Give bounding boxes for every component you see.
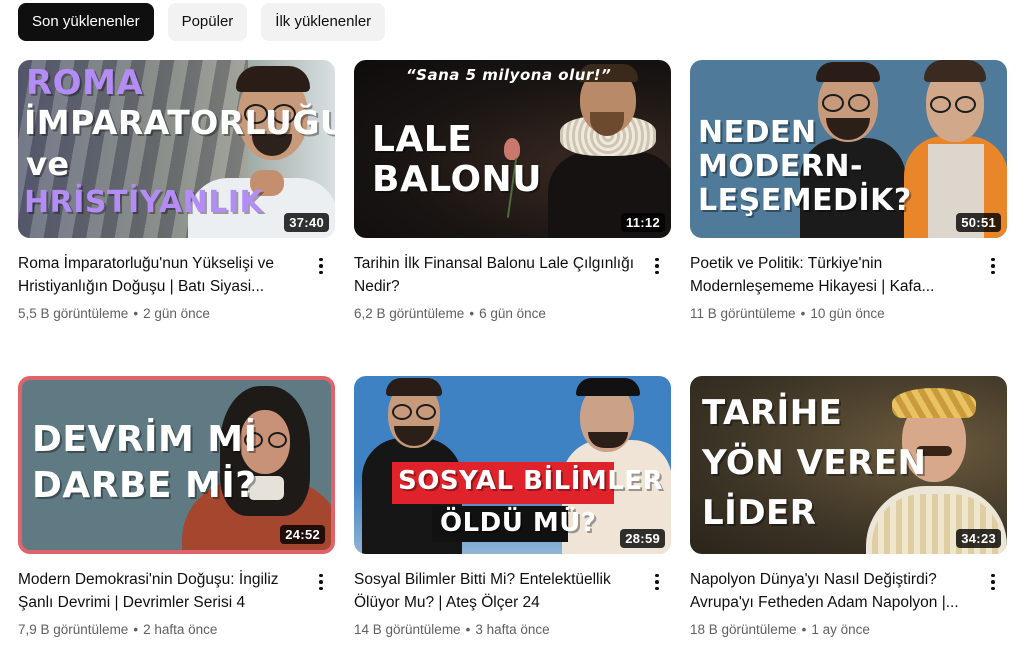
laurel-wreath bbox=[892, 388, 976, 418]
upload-age: 10 gün önce bbox=[810, 306, 885, 321]
view-count: 18 B görüntüleme bbox=[690, 622, 797, 637]
video-title[interactable]: Roma İmparatorluğu'nun Yükselişi ve Hris… bbox=[18, 252, 299, 298]
upload-age: 3 hafta önce bbox=[475, 622, 550, 637]
video-card: SOSYAL BİLİMLER ÖLDÜ MÜ? 28:59 Sosyal Bi… bbox=[354, 376, 671, 637]
thumbnail-text: LEŞEMEDİK? bbox=[698, 183, 912, 218]
view-count: 14 B görüntüleme bbox=[354, 622, 461, 637]
thumbnail-text: DARBE Mİ? bbox=[32, 465, 257, 506]
chip-popular[interactable]: Popüler bbox=[167, 3, 248, 41]
thumbnail-text: MODERN- bbox=[698, 149, 863, 184]
more-vert-icon[interactable] bbox=[983, 570, 1003, 594]
thumbnail-text: SOSYAL BİLİMLER bbox=[398, 466, 664, 496]
view-count: 6,2 B görüntüleme bbox=[354, 306, 465, 321]
video-thumbnail[interactable]: “Sana 5 milyona olur!” LALE BALONU 11:12 bbox=[354, 60, 671, 238]
view-count: 5,5 B görüntüleme bbox=[18, 306, 129, 321]
duration-badge: 34:23 bbox=[956, 529, 1001, 548]
tulip-icon bbox=[504, 138, 520, 160]
video-thumbnail[interactable]: SOSYAL BİLİMLER ÖLDÜ MÜ? 28:59 bbox=[354, 376, 671, 554]
video-meta: Tarihin İlk Finansal Balonu Lale Çılgınl… bbox=[354, 252, 671, 321]
thumbnail-text: DEVRİM Mİ bbox=[32, 419, 258, 460]
more-vert-icon[interactable] bbox=[647, 570, 667, 594]
more-vert-icon[interactable] bbox=[311, 254, 331, 278]
thumbnail-text: ve bbox=[26, 145, 70, 183]
thumbnail-text: LALE bbox=[372, 119, 473, 160]
duration-badge: 28:59 bbox=[620, 529, 665, 548]
thumbnail-text: TARİHE bbox=[702, 393, 843, 433]
video-card: TARİHE YÖN VEREN LİDER 34:23 Napolyon Dü… bbox=[690, 376, 1007, 637]
duration-badge: 50:51 bbox=[956, 213, 1001, 232]
upload-age: 1 ay önce bbox=[811, 622, 870, 637]
thumbnail-text: ROMA bbox=[26, 63, 144, 103]
video-stats: 7,9 B görüntüleme • 2 hafta önce bbox=[18, 622, 218, 637]
duration-badge: 24:52 bbox=[280, 525, 325, 544]
video-card: “Sana 5 milyona olur!” LALE BALONU 11:12… bbox=[354, 60, 671, 321]
video-thumbnail[interactable]: DEVRİM Mİ DARBE Mİ? 24:52 bbox=[18, 376, 335, 554]
thumbnail-text: BALONU bbox=[372, 159, 542, 200]
video-thumbnail[interactable]: ROMA İMPARATORLUĞU ve HRİSTİYANLIK 37:40 bbox=[18, 60, 335, 238]
video-title[interactable]: Napolyon Dünya'yı Nasıl Değiştirdi? Avru… bbox=[690, 568, 971, 614]
view-count: 7,9 B görüntüleme bbox=[18, 622, 129, 637]
video-thumbnail[interactable]: NEDEN MODERN- LEŞEMEDİK? 50:51 bbox=[690, 60, 1007, 238]
video-stats: 5,5 B görüntüleme • 2 gün önce bbox=[18, 306, 210, 321]
thumbnail-text: LİDER bbox=[702, 493, 817, 533]
video-thumbnail[interactable]: TARİHE YÖN VEREN LİDER 34:23 bbox=[690, 376, 1007, 554]
upload-age: 6 gün önce bbox=[479, 306, 546, 321]
video-stats: 14 B görüntüleme • 3 hafta önce bbox=[354, 622, 550, 637]
guest-figure bbox=[902, 60, 1007, 238]
video-meta: Poetik ve Politik: Türkiye'nin Modernleş… bbox=[690, 252, 1007, 321]
video-title[interactable]: Tarihin İlk Finansal Balonu Lale Çılgınl… bbox=[354, 252, 635, 298]
more-vert-icon[interactable] bbox=[311, 570, 331, 594]
duration-badge: 37:40 bbox=[284, 213, 329, 232]
video-card: ROMA İMPARATORLUĞU ve HRİSTİYANLIK 37:40… bbox=[18, 60, 335, 321]
upload-age: 2 hafta önce bbox=[143, 622, 218, 637]
thumbnail-quote: “Sana 5 milyona olur!” bbox=[406, 66, 612, 84]
video-stats: 18 B görüntüleme • 1 ay önce bbox=[690, 622, 870, 637]
thumbnail-text: YÖN VEREN bbox=[702, 443, 927, 483]
video-card: NEDEN MODERN- LEŞEMEDİK? 50:51 Poetik ve… bbox=[690, 60, 1007, 321]
more-vert-icon[interactable] bbox=[647, 254, 667, 278]
upload-age: 2 gün önce bbox=[143, 306, 210, 321]
thumbnail-text: NEDEN bbox=[698, 115, 817, 150]
video-meta: Sosyal Bilimler Bitti Mi? Entelektüellik… bbox=[354, 568, 671, 637]
video-title[interactable]: Modern Demokrasi'nin Doğuşu: İngiliz Şan… bbox=[18, 568, 299, 614]
video-meta: Napolyon Dünya'yı Nasıl Değiştirdi? Avru… bbox=[690, 568, 1007, 637]
portrait-figure bbox=[548, 60, 671, 238]
view-count: 11 B görüntüleme bbox=[690, 306, 796, 321]
video-card: DEVRİM Mİ DARBE Mİ? 24:52 Modern Demokra… bbox=[18, 376, 335, 637]
video-title[interactable]: Sosyal Bilimler Bitti Mi? Entelektüellik… bbox=[354, 568, 635, 614]
video-meta: Roma İmparatorluğu'nun Yükselişi ve Hris… bbox=[18, 252, 335, 321]
filter-chips: Son yüklenenler Popüler İlk yüklenenler bbox=[18, 3, 386, 41]
video-stats: 6,2 B görüntüleme • 6 gün önce bbox=[354, 306, 546, 321]
more-vert-icon[interactable] bbox=[983, 254, 1003, 278]
thumbnail-text: ÖLDÜ MÜ? bbox=[440, 508, 597, 538]
video-stats: 11 B görüntüleme • 10 gün önce bbox=[690, 306, 885, 321]
video-meta: Modern Demokrasi'nin Doğuşu: İngiliz Şan… bbox=[18, 568, 335, 637]
duration-badge: 11:12 bbox=[620, 213, 665, 232]
thumbnail-text: İMPARATORLUĞU bbox=[24, 103, 335, 142]
chip-oldest[interactable]: İlk yüklenenler bbox=[261, 3, 386, 41]
thumbnail-text: HRİSTİYANLIK bbox=[24, 185, 264, 220]
video-title[interactable]: Poetik ve Politik: Türkiye'nin Modernleş… bbox=[690, 252, 971, 298]
chip-recent[interactable]: Son yüklenenler bbox=[18, 3, 154, 41]
